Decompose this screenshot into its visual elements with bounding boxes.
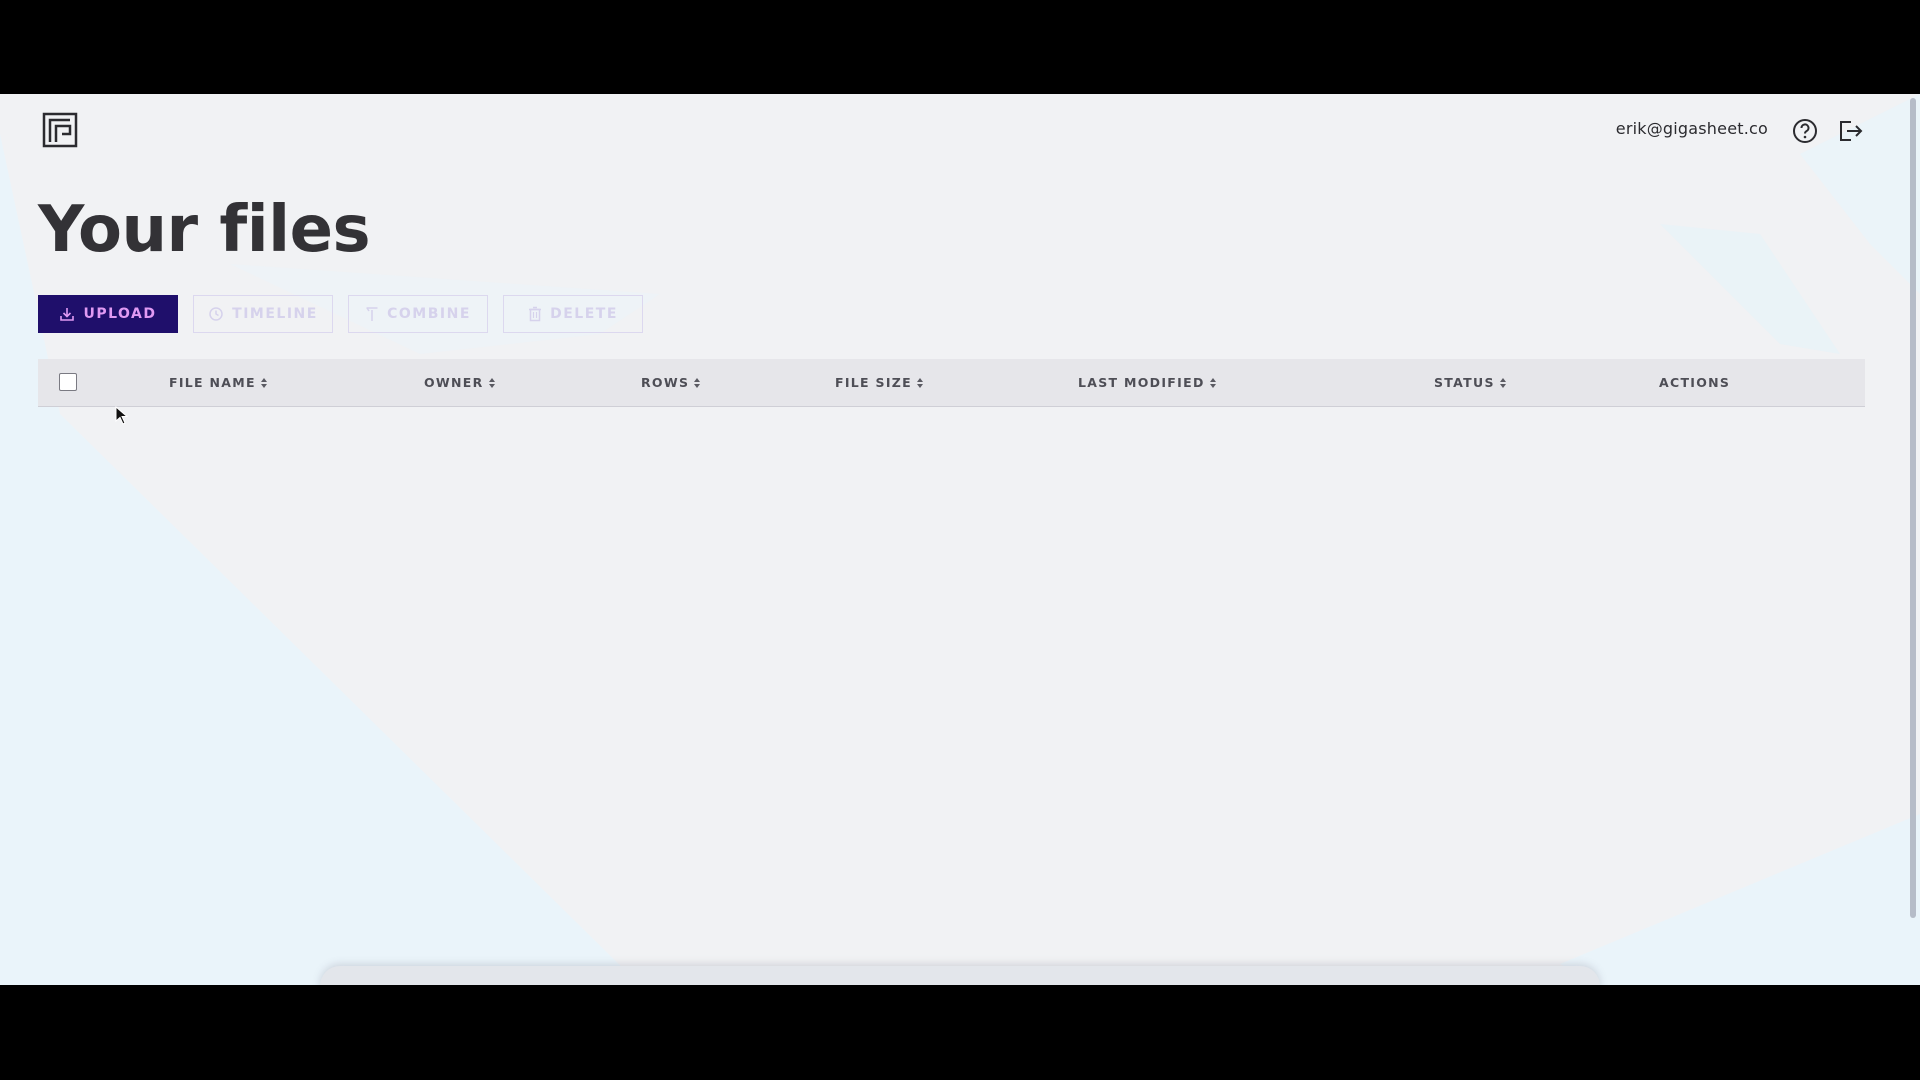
files-table-header: FILE NAME OWNER ROWS FILE SIZE LAST MODI (38, 359, 1865, 407)
column-header-rows[interactable]: ROWS (641, 359, 703, 406)
mouse-cursor-icon (115, 406, 129, 425)
sort-icon (260, 377, 270, 389)
vertical-scrollbar[interactable] (1910, 98, 1916, 918)
column-header-label: ROWS (641, 375, 690, 390)
combine-button-label: COMBINE (387, 306, 471, 322)
gigasheet-logo-icon[interactable] (42, 112, 78, 148)
column-header-label: OWNER (424, 375, 484, 390)
timeline-button[interactable]: TIMELINE (193, 295, 333, 333)
merge-icon (366, 307, 378, 321)
sort-icon (693, 377, 703, 389)
sort-icon (1209, 377, 1219, 389)
sort-icon (1499, 377, 1509, 389)
help-circle-icon[interactable] (1791, 117, 1819, 145)
app-viewport: erik@gigasheet.co Your files UPLOAD TIME… (0, 94, 1920, 985)
column-header-label: ACTIONS (1659, 375, 1731, 390)
files-table-body (38, 407, 1865, 947)
trash-icon (529, 306, 542, 322)
sort-icon (488, 377, 498, 389)
column-header-last-modified[interactable]: LAST MODIFIED (1078, 359, 1219, 406)
column-header-label: STATUS (1434, 375, 1495, 390)
upload-button-label: UPLOAD (83, 306, 157, 322)
delete-button-label: DELETE (550, 306, 618, 322)
page-title: Your files (38, 193, 371, 267)
column-header-file-size[interactable]: FILE SIZE (835, 359, 926, 406)
user-email: erik@gigasheet.co (1615, 119, 1768, 138)
column-header-status[interactable]: STATUS (1434, 359, 1509, 406)
upload-button[interactable]: UPLOAD (38, 295, 178, 333)
combine-button[interactable]: COMBINE (348, 295, 488, 333)
column-header-actions: ACTIONS (1659, 359, 1730, 406)
file-toolbar: UPLOAD TIMELINE COMBINE DELETE (38, 295, 643, 333)
timeline-button-label: TIMELINE (232, 306, 318, 322)
column-header-label: LAST MODIFIED (1078, 375, 1205, 390)
column-header-label: FILE SIZE (835, 375, 913, 390)
upload-icon (60, 308, 75, 321)
column-header-label: FILE NAME (169, 375, 256, 390)
column-header-file-name[interactable]: FILE NAME (169, 359, 270, 406)
delete-button[interactable]: DELETE (503, 295, 643, 333)
select-all-checkbox[interactable] (59, 373, 77, 391)
bottom-panel (320, 966, 1600, 985)
logout-icon[interactable] (1836, 117, 1864, 145)
column-header-owner[interactable]: OWNER (424, 359, 498, 406)
sort-icon (916, 377, 926, 389)
clock-icon (209, 307, 223, 321)
